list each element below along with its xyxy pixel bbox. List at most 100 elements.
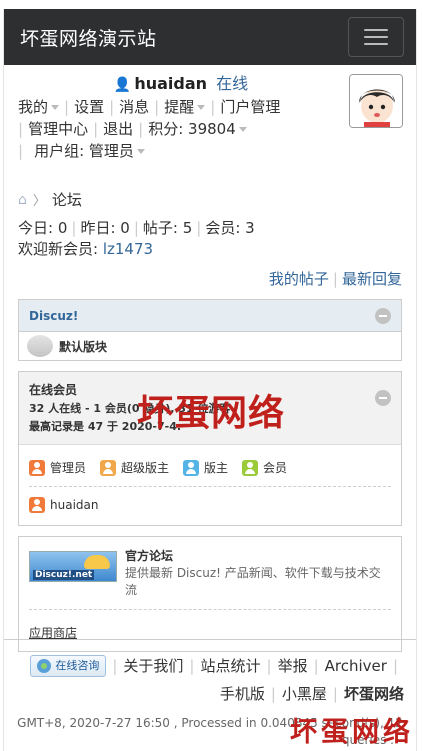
admin-user-icon [29, 497, 45, 513]
divider: | [64, 98, 70, 116]
avatar[interactable] [349, 74, 403, 128]
appstore-link[interactable]: 应用商店 [29, 610, 391, 641]
usergroup-label: 用户组: 管理员 [34, 142, 134, 160]
latest-replies-link[interactable]: 最新回复 [342, 270, 402, 288]
divider: | [18, 142, 24, 160]
username-row: 👤 huaidan 在线 [18, 73, 404, 96]
link-logout[interactable]: 退出 [103, 120, 133, 138]
divider: | [93, 120, 99, 138]
divider: | [109, 98, 115, 116]
footer-link-report[interactable]: 举报 [278, 652, 308, 680]
forum-category: Discuz! 默认版块 [18, 299, 402, 361]
hamburger-menu-button[interactable] [348, 17, 404, 57]
user-panel: 👤 huaidan 在线 我的 | 设置 | 消息 | 提醒 | 门户管理 | 管理中心 | 退出 | 积分… [4, 65, 416, 183]
forum-stats: 今日: 0 | 昨日: 0 | 帖子: 5 | 会员: 3 欢迎新会员: lz1473 [4, 210, 416, 260]
discuz-logo[interactable]: Discuz!.net [29, 551, 117, 582]
footer-link-mobile[interactable]: 手机版 [220, 680, 265, 708]
usergroup-menu[interactable]: 用户组: 管理员 [34, 142, 145, 160]
official-forum-item: Discuz!.net 官方论坛 提供最新 Discuz! 产品新闻、软件下载与… [29, 547, 391, 610]
stat-today: 今日: 0 [18, 219, 68, 237]
legend-member: 会员 [242, 459, 287, 476]
logo-text: Discuz!.net [33, 570, 95, 580]
collapse-icon[interactable] [375, 390, 391, 406]
link-portal-admin[interactable]: 门户管理 [220, 98, 280, 116]
footer-link-about[interactable]: 关于我们 [123, 652, 183, 680]
corner-watermark: 坏蛋网络 [290, 717, 414, 748]
welcome-new-member: 欢迎新会员: lz1473 [18, 239, 402, 260]
legend-label: 版主 [204, 461, 229, 475]
forum-name[interactable]: 默认版块 [59, 338, 107, 355]
collapse-icon[interactable] [375, 307, 391, 324]
online-header: 在线会员 32 人在线 - 1 会员(0 隐身), 31 位游客 最高记录是 4… [19, 372, 401, 445]
chevron-down-icon [238, 127, 247, 132]
footer-link-stats[interactable]: 站点统计 [200, 652, 260, 680]
footer-link-blackroom[interactable]: 小黑屋 [282, 680, 327, 708]
usergroup-legend: 管理员 超级版主 版主 会员 [29, 445, 391, 487]
username[interactable]: huaidan [134, 74, 207, 93]
stat-posts: 帖子: 5 [142, 219, 193, 237]
divider: | [332, 685, 338, 703]
online-status[interactable]: 在线 [216, 74, 248, 93]
link-settings[interactable]: 设置 [74, 98, 104, 116]
legend-super-moderator: 超级版主 [100, 459, 169, 476]
avatar-image [350, 75, 402, 127]
forum-item[interactable]: 默认版块 [19, 332, 401, 360]
divider: | [266, 657, 272, 675]
official-forum-text: 官方论坛 提供最新 Discuz! 产品新闻、软件下载与技术交流 [125, 547, 391, 599]
site-title[interactable]: 坏蛋网络演示站 [20, 24, 157, 51]
points-menu[interactable]: 积分: 39804 [148, 120, 247, 138]
divider: | [138, 120, 144, 138]
category-title[interactable]: Discuz! [29, 309, 78, 323]
divider: | [210, 98, 216, 116]
logo-sun-shape [84, 555, 110, 569]
newest-member-link[interactable]: lz1473 [103, 240, 153, 258]
super-moderator-user-icon [100, 459, 117, 476]
legend-moderator: 版主 [183, 459, 228, 476]
legend-admin: 管理员 [29, 459, 86, 476]
divider: | [18, 120, 24, 138]
legend-label: 管理员 [50, 461, 87, 475]
online-user-name[interactable]: huaidan [50, 498, 98, 512]
my-posts-link[interactable]: 我的帖子 [269, 270, 329, 288]
top-navbar: 坏蛋网络演示站 [4, 9, 416, 65]
link-my-label: 我的 [18, 98, 49, 116]
forum-bubble-icon [27, 335, 53, 357]
divider: | [392, 657, 398, 675]
chevron-down-icon [136, 149, 145, 154]
link-notifications[interactable]: 提醒 [164, 98, 206, 116]
admin-user-icon [29, 459, 45, 476]
link-admin-center[interactable]: 管理中心 [28, 120, 88, 138]
link-my[interactable]: 我的 [18, 98, 60, 116]
stat-members: 会员: 3 [205, 219, 255, 237]
welcome-prefix: 欢迎新会员: [18, 240, 103, 258]
online-members-panel: 在线会员 32 人在线 - 1 会员(0 隐身), 31 位游客 最高记录是 4… [18, 371, 402, 526]
user-icon: 👤 [113, 77, 132, 93]
official-forum-panel: Discuz!.net 官方论坛 提供最新 Discuz! 产品新闻、软件下载与… [18, 536, 402, 652]
online-consult-button[interactable]: 在线咨询 [30, 655, 107, 677]
category-header: Discuz! [19, 300, 401, 332]
link-messages[interactable]: 消息 [119, 98, 149, 116]
divider: | [133, 219, 139, 237]
user-links: 我的 | 设置 | 消息 | 提醒 | 门户管理 | 管理中心 | 退出 | 积分: 39804 | 用户组… [18, 96, 404, 162]
legend-label: 会员 [263, 461, 288, 475]
quick-links: 我的帖子 | 最新回复 [4, 260, 416, 289]
chevron-down-icon [197, 105, 206, 110]
hamburger-icon-bar [364, 43, 388, 45]
footer-links: 在线咨询 | 关于我们 | 站点统计 | 举报 | Archiver | 手机版 | 小黑… [16, 652, 404, 708]
stats-counts: 今日: 0 | 昨日: 0 | 帖子: 5 | 会员: 3 [18, 218, 402, 239]
divider: | [112, 657, 118, 675]
official-forum-desc: 提供最新 Discuz! 产品新闻、软件下载与技术交流 [125, 566, 381, 597]
divider: | [71, 219, 77, 237]
official-forum-title[interactable]: 官方论坛 [125, 547, 391, 565]
footer-link-archiver[interactable]: Archiver [325, 652, 387, 680]
home-icon[interactable]: ⌂ [18, 192, 27, 208]
page: 坏蛋网络演示站 👤 huaidan 在线 我的 | 设置 | 消息 | 提醒 |… [0, 0, 423, 751]
hamburger-icon [364, 29, 388, 31]
breadcrumb-current[interactable]: 论坛 [52, 189, 82, 210]
divider: | [270, 685, 276, 703]
member-user-icon [242, 459, 259, 476]
watermark-overlay: 坏蛋网络 [137, 392, 286, 434]
consult-icon [37, 659, 52, 673]
footer-site-name[interactable]: 坏蛋网络 [344, 680, 404, 708]
online-user[interactable]: huaidan [19, 487, 401, 525]
